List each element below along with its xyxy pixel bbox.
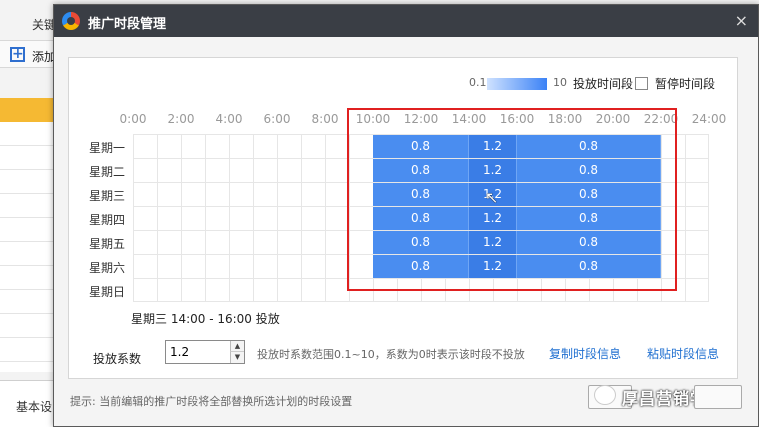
- background-selected-row[interactable]: [0, 98, 60, 122]
- spin-down-icon[interactable]: ▼: [230, 352, 244, 363]
- day-label: 星期五: [89, 237, 126, 251]
- close-icon[interactable]: ×: [735, 11, 748, 30]
- add-icon[interactable]: +: [10, 47, 25, 62]
- background-tab[interactable]: 关键: [0, 10, 60, 40]
- day-label: 星期三: [89, 189, 126, 203]
- dialog-titlebar: 推广时段管理 ×: [54, 5, 758, 37]
- bottom-tip: 提示: 当前编辑的推广时段将全部替换所选计划的时段设置: [70, 395, 353, 408]
- hour-label: 0:00: [119, 112, 147, 126]
- day-label: 星期四: [89, 213, 126, 227]
- day-label: 星期日: [89, 285, 126, 299]
- legend-max: 10: [553, 76, 567, 89]
- background-toolbar: + 添加: [0, 40, 60, 68]
- selection-outline: [347, 108, 677, 291]
- day-label: 星期二: [89, 165, 126, 179]
- dialog-title: 推广时段管理: [88, 17, 167, 32]
- hour-label: 6:00: [263, 112, 291, 126]
- app-logo-icon: [62, 12, 80, 30]
- copy-link[interactable]: 复制时段信息: [549, 345, 621, 362]
- hour-label: 4:00: [215, 112, 243, 126]
- pause-checkbox[interactable]: [635, 77, 648, 90]
- legend-label: 投放时间段: [573, 77, 634, 91]
- coefficient-label: 投放系数: [93, 352, 142, 366]
- coefficient-input[interactable]: [168, 343, 228, 361]
- hour-label: 2:00: [167, 112, 195, 126]
- background-basic-settings-tab[interactable]: 基本设: [0, 380, 60, 427]
- hour-label: 8:00: [311, 112, 339, 126]
- legend-min: 0.1: [469, 76, 487, 89]
- paste-link[interactable]: 粘贴时段信息: [647, 345, 719, 362]
- pause-label[interactable]: 暂停时间段: [655, 75, 715, 92]
- schedule-dialog: 推广时段管理 × 0.1 10 投放时间段 暂停时间段 0:00 2:00 4:00…: [53, 4, 759, 427]
- background-list: [0, 122, 60, 372]
- cancel-button[interactable]: [694, 385, 742, 409]
- hour-label: 24:00: [691, 112, 727, 126]
- coefficient-stepper[interactable]: ▲ ▼: [165, 340, 245, 364]
- legend-gradient: [487, 78, 547, 90]
- schedule-panel: 0.1 10 投放时间段 暂停时间段 0:00 2:00 4:00 6:00 8:00 1…: [68, 57, 738, 379]
- day-label: 星期一: [89, 141, 126, 155]
- coefficient-hint: 投放时系数范围0.1~10，系数为0时表示该时段不投放: [257, 348, 525, 361]
- day-label: 星期六: [89, 261, 126, 275]
- watermark-icon: [594, 385, 616, 405]
- mouse-cursor-icon: ↖: [485, 188, 499, 207]
- spin-up-icon[interactable]: ▲: [230, 341, 244, 352]
- selection-info: 星期三 14:00 - 16:00 投放: [131, 312, 280, 326]
